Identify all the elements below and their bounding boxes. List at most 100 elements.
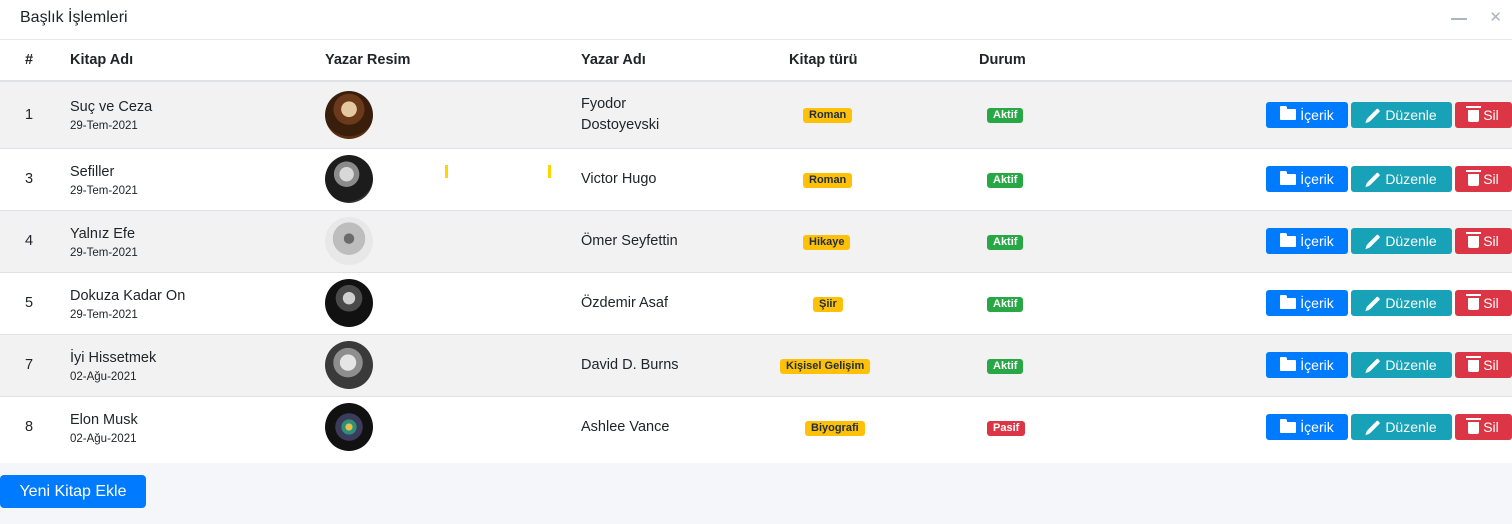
row-number: 5: [0, 271, 70, 334]
row-number: 8: [0, 395, 70, 458]
genre-cell: Biyografi: [789, 395, 979, 458]
book-cell: Sefiller 29-Tem-2021: [70, 147, 325, 210]
delete-button-label: Sil: [1483, 357, 1499, 373]
edit-button[interactable]: Düzenle: [1351, 101, 1452, 128]
book-title: Yalnız Efe: [70, 225, 136, 242]
edit-button[interactable]: Düzenle: [1351, 228, 1452, 254]
highlight-mark: [548, 165, 551, 178]
content-button[interactable]: İçerik: [1266, 101, 1348, 128]
actions-cell: İçerik Düzenle Sil: [1079, 333, 1512, 396]
genre-cell: Şiir: [789, 271, 979, 334]
add-book-button[interactable]: Yeni Kitap Ekle: [0, 475, 146, 508]
author-name: Victor Hugo: [581, 170, 657, 187]
genre-badge: Biyografi: [805, 420, 865, 436]
edit-button[interactable]: Düzenle: [1351, 414, 1452, 441]
content-button-label: İçerik: [1300, 357, 1334, 373]
row-number: 4: [0, 209, 70, 272]
content-button[interactable]: İçerik: [1266, 352, 1348, 378]
book-cell: Suç ve Ceza 29-Tem-2021: [70, 80, 325, 148]
author-avatar: [325, 403, 373, 452]
actions-cell: İçerik Düzenle Sil: [1079, 395, 1512, 458]
status-cell: Aktif: [979, 333, 1079, 396]
author-image-cell: [325, 147, 581, 210]
delete-button[interactable]: Sil: [1455, 290, 1512, 316]
content-button-label: İçerik: [1300, 419, 1334, 436]
edit-button-label: Düzenle: [1385, 419, 1437, 436]
book-cell: İyi Hissetmek 02-Ağu-2021: [70, 333, 325, 396]
book-title: İyi Hissetmek: [70, 349, 157, 366]
delete-button[interactable]: Sil: [1455, 352, 1512, 378]
pencil-icon: [1367, 108, 1381, 122]
col-actions: [1079, 40, 1512, 82]
author-avatar: [325, 279, 373, 327]
genre-badge: Roman: [803, 108, 853, 124]
status-badge: Aktif: [987, 296, 1024, 312]
col-book-title: Kitap Adı: [70, 40, 325, 82]
book-cell: Dokuza Kadar On 29-Tem-2021: [70, 271, 325, 334]
content-button-label: İçerik: [1300, 106, 1334, 123]
edit-button[interactable]: Düzenle: [1351, 166, 1452, 192]
delete-button[interactable]: Sil: [1455, 228, 1512, 254]
pencil-icon: [1367, 172, 1381, 186]
book-date: 29-Tem-2021: [70, 246, 138, 259]
table-row: 7 İyi Hissetmek 02-Ağu-2021 David D. Bur…: [0, 333, 1512, 396]
pencil-icon: [1367, 234, 1381, 248]
genre-cell: Roman: [789, 147, 979, 210]
delete-button[interactable]: Sil: [1455, 101, 1512, 128]
trash-icon: [1466, 294, 1482, 310]
edit-button[interactable]: Düzenle: [1351, 290, 1452, 316]
delete-button-label: Sil: [1483, 106, 1499, 123]
content-button[interactable]: İçerik: [1266, 228, 1348, 254]
author-cell: Ömer Seyfettin: [581, 209, 789, 272]
card-header: Başlık İşlemleri ✕: [0, 0, 1512, 40]
status-badge: Pasif: [987, 420, 1026, 436]
author-cell: Victor Hugo: [581, 147, 789, 210]
genre-badge: Şiir: [813, 296, 843, 312]
status-cell: Aktif: [979, 209, 1079, 272]
delete-button-label: Sil: [1483, 233, 1499, 249]
edit-button-label: Düzenle: [1385, 106, 1437, 123]
edit-button-label: Düzenle: [1385, 357, 1437, 373]
author-avatar: [325, 341, 373, 389]
book-date: 29-Tem-2021: [70, 308, 138, 321]
genre-cell: Roman: [789, 80, 979, 148]
book-date: 29-Tem-2021: [70, 120, 138, 133]
author-name-line2: Dostoyevski: [581, 116, 660, 133]
book-title: Elon Musk: [70, 411, 138, 428]
minimize-icon[interactable]: [1451, 8, 1468, 28]
author-name: Ashlee Vance: [581, 418, 670, 435]
edit-button[interactable]: Düzenle: [1351, 352, 1452, 378]
row-number: 1: [0, 80, 70, 148]
col-genre: Kitap türü: [789, 40, 979, 82]
book-date: 02-Ağu-2021: [70, 370, 137, 383]
delete-button[interactable]: Sil: [1455, 414, 1512, 441]
status-badge: Aktif: [987, 358, 1024, 374]
delete-button[interactable]: Sil: [1455, 166, 1512, 192]
content-button[interactable]: İçerik: [1266, 290, 1348, 316]
trash-icon: [1466, 105, 1482, 122]
content-button[interactable]: İçerik: [1266, 414, 1348, 441]
content-button-label: İçerik: [1300, 171, 1334, 187]
author-avatar: [325, 90, 373, 139]
pencil-icon: [1367, 296, 1381, 310]
status-cell: Aktif: [979, 147, 1079, 210]
books-card: Başlık İşlemleri ✕ # Kitap Adı Yazar Res…: [0, 0, 1512, 463]
status-badge: Aktif: [987, 172, 1024, 188]
trash-icon: [1466, 232, 1482, 248]
author-name: David D. Burns: [581, 356, 679, 373]
status-cell: Aktif: [979, 271, 1079, 334]
genre-badge: Kişisel Gelişim: [780, 358, 871, 374]
close-icon[interactable]: ✕: [1489, 8, 1502, 28]
folder-icon: [1280, 232, 1297, 247]
author-name: Özdemir Asaf: [581, 294, 669, 311]
col-number: #: [0, 40, 70, 82]
table-row: 5 Dokuza Kadar On 29-Tem-2021 Özdemir As…: [0, 271, 1512, 334]
table-row: 1 Suç ve Ceza 29-Tem-2021 Fyodor Dostoye…: [0, 80, 1512, 148]
books-table: # Kitap Adı Yazar Resim Yazar Adı Kitap …: [0, 40, 1512, 458]
book-cell: Elon Musk 02-Ağu-2021: [70, 395, 325, 458]
actions-cell: İçerik Düzenle Sil: [1079, 147, 1512, 210]
author-avatar: [325, 155, 373, 203]
content-button[interactable]: İçerik: [1266, 166, 1348, 192]
delete-button-label: Sil: [1483, 419, 1499, 436]
author-cell: Fyodor Dostoyevski: [581, 80, 789, 148]
